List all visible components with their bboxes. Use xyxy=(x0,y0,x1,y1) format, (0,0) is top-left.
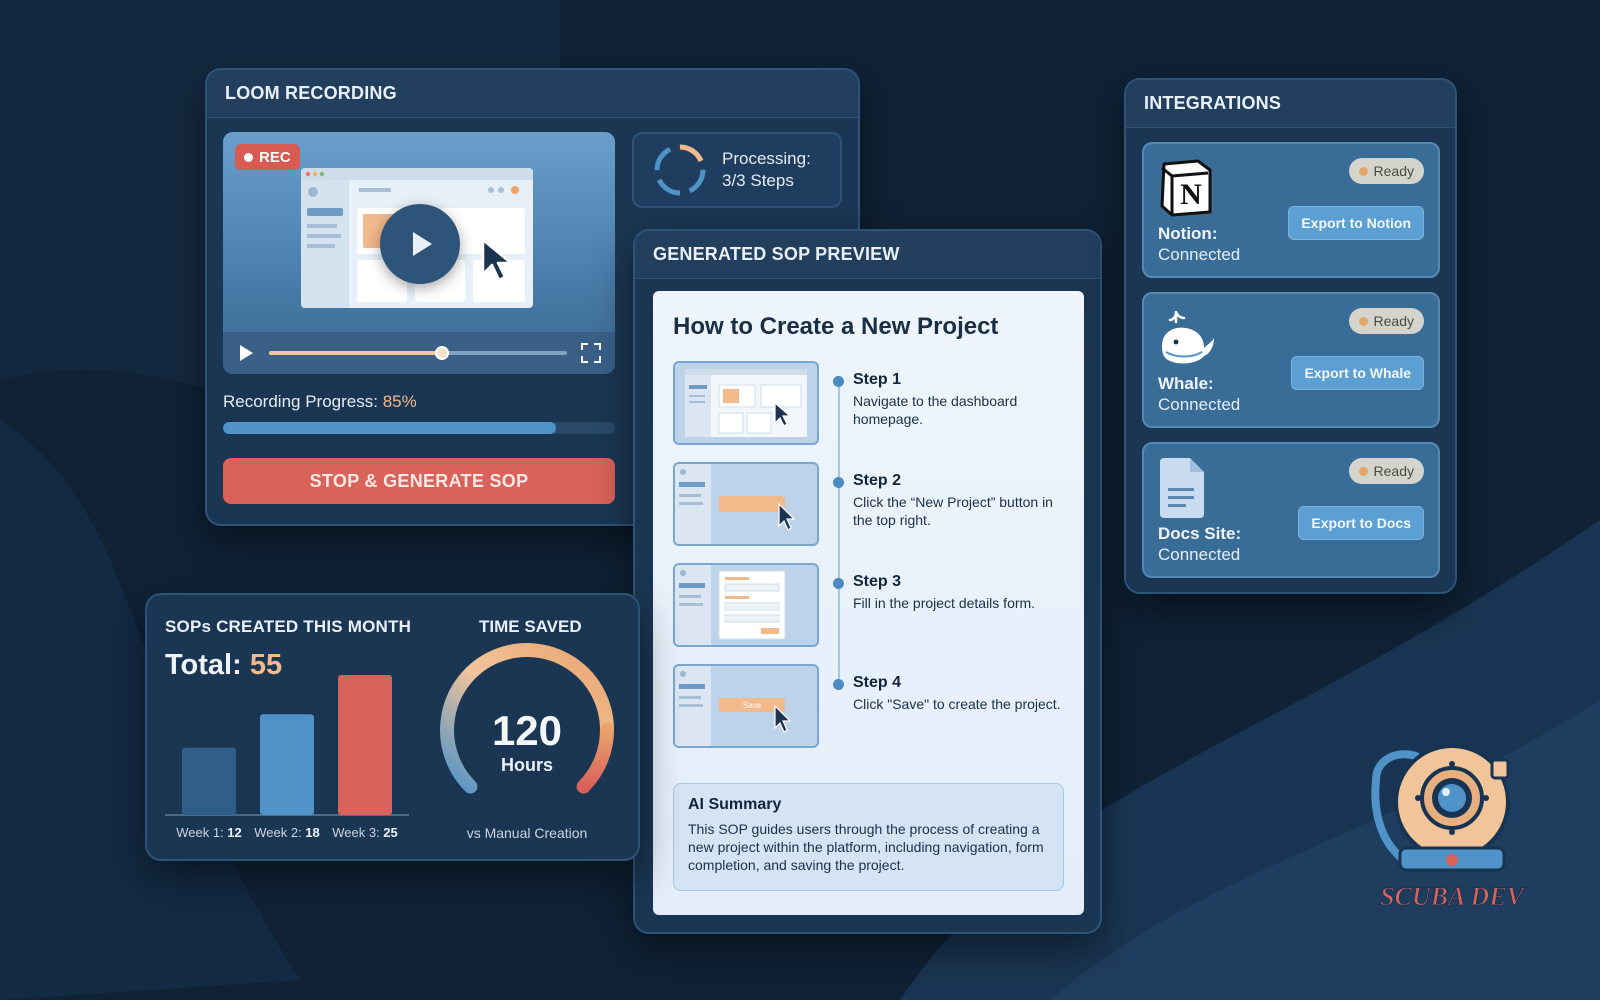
rec-badge-label: REC xyxy=(259,148,291,166)
step-marker xyxy=(833,679,844,690)
loom-panel-title: LOOM RECORDING xyxy=(207,70,858,118)
cursor-icon xyxy=(481,238,513,282)
export-to-whale-button[interactable]: Export to Whale xyxy=(1291,356,1424,390)
time-saved-unit: Hours xyxy=(500,755,553,775)
stop-generate-sop-button[interactable]: STOP & GENERATE SOP xyxy=(223,458,615,504)
bar-label-week-3: Week 3: 25 xyxy=(332,825,398,840)
whale-status: Connected xyxy=(1158,395,1241,414)
step-marker xyxy=(833,376,844,387)
bar-week-2 xyxy=(260,714,314,815)
step-marker xyxy=(833,477,844,488)
sops-total-label: Total: xyxy=(165,649,242,681)
bar-week-3 xyxy=(338,675,392,815)
sop-panel-title: GENERATED SOP PREVIEW xyxy=(635,231,1100,279)
notion-status: Connected xyxy=(1158,245,1241,264)
step-1-title: Step 1 xyxy=(853,371,902,388)
step-2-title: Step 2 xyxy=(853,472,902,489)
step-1-description: Navigate to the dashboard homepage. xyxy=(853,393,1018,427)
integrations-panel: INTEGRATIONS N Notion: Connected Ready E… xyxy=(1124,78,1457,594)
thumb-save-label: Save xyxy=(743,701,762,710)
play-icon xyxy=(413,232,432,256)
recording-progress-text: Recording Progress: xyxy=(223,392,378,411)
whale-icon xyxy=(1162,310,1214,364)
diving-helmet-icon xyxy=(1371,744,1510,872)
stats-panel: Week 1: 12 Week 2: 18 Week 3: 25 SOPs CREA… xyxy=(145,593,640,861)
ai-summary-box: AI Summary This SOP guides users through… xyxy=(673,783,1064,891)
record-dot-icon xyxy=(244,152,253,162)
sop-document: How to Create a New Project Step 1 Navig… xyxy=(653,291,1084,915)
processing-steps: 3/3 Steps xyxy=(722,171,794,190)
step-marker xyxy=(833,578,844,589)
time-saved-value: 120 xyxy=(491,707,563,754)
seek-bar-fill xyxy=(269,351,442,355)
sop-step: Save Step 4 Click "Save" to create the p… xyxy=(673,664,1068,748)
whale-ready-label: Ready xyxy=(1373,313,1414,329)
video-player[interactable]: REC xyxy=(223,132,615,374)
step-3-description: Fill in the project details form. xyxy=(853,595,1036,611)
svg-text:N: N xyxy=(1180,178,1202,211)
notion-ready-label: Ready xyxy=(1373,163,1414,179)
seek-bar-handle[interactable] xyxy=(434,346,449,360)
integration-card-whale: Whale: Connected Ready Export to Whale xyxy=(1142,292,1440,428)
sop-step: Step 3 Fill in the project details form. xyxy=(673,563,1068,647)
whale-ready-badge: Ready xyxy=(1348,308,1424,334)
docs-status: Connected xyxy=(1158,545,1241,564)
scuba-dev-logo: SCUBA DEV xyxy=(1371,744,1527,912)
time-saved-title: TIME SAVED xyxy=(479,617,582,636)
bar-label-week-2: Week 2: 18 xyxy=(254,825,320,840)
sops-created-title: SOPs CREATED THIS MONTH xyxy=(165,617,412,636)
document-icon xyxy=(1160,458,1204,518)
status-dot-icon xyxy=(1358,166,1368,176)
bar-week-1 xyxy=(182,747,236,815)
sops-total-value: 55 xyxy=(249,649,283,681)
bar-label-week-1: Week 1: 12 xyxy=(176,825,242,840)
play-icon[interactable] xyxy=(237,344,255,362)
processing-status-card: Processing: 3/3 Steps xyxy=(632,132,842,208)
whale-name: Whale: xyxy=(1158,374,1214,393)
seek-bar[interactable] xyxy=(269,346,567,360)
ai-summary-text: This SOP guides users through the proces… xyxy=(688,821,1044,873)
docs-ready-label: Ready xyxy=(1373,463,1414,479)
docs-name: Docs Site: xyxy=(1158,524,1242,543)
step-4-title: Step 4 xyxy=(853,674,902,691)
video-controls-bar xyxy=(223,332,615,374)
export-to-docs-button[interactable]: Export to Docs xyxy=(1298,506,1424,540)
processing-label: Processing: xyxy=(722,149,811,168)
time-saved-caption: vs Manual Creation xyxy=(466,825,588,841)
logo-text: SCUBA DEV xyxy=(1380,882,1526,911)
status-dot-icon xyxy=(1358,466,1368,476)
sop-step: Step 1 Navigate to the dashboard homepag… xyxy=(673,361,1068,445)
recording-progress-bar xyxy=(223,422,615,434)
recording-progress-label: Recording Progress: 85% xyxy=(223,392,417,412)
status-dot-icon xyxy=(1358,316,1368,326)
spinner-icon xyxy=(654,144,706,196)
recording-progress-fill xyxy=(223,422,557,434)
step-3-thumbnail xyxy=(673,563,819,647)
gauge-arc-end xyxy=(576,723,614,794)
step-4-thumbnail: Save xyxy=(673,664,819,748)
integration-card-docs: Docs Site: Connected Ready Export to Doc… xyxy=(1142,442,1440,578)
sop-preview-panel: GENERATED SOP PREVIEW How to Create a Ne… xyxy=(633,229,1102,934)
integrations-panel-title: INTEGRATIONS xyxy=(1126,80,1455,128)
sop-title: How to Create a New Project xyxy=(673,313,999,340)
rec-badge: REC xyxy=(235,144,300,170)
recording-progress-value: 85% xyxy=(382,392,417,411)
notion-name: Notion: xyxy=(1158,224,1218,243)
sop-step: Step 2 Click the “New Project” button in… xyxy=(673,462,1068,546)
step-2-thumbnail xyxy=(673,462,819,546)
notion-ready-badge: Ready xyxy=(1348,158,1424,184)
ai-summary-title: AI Summary xyxy=(688,796,782,813)
notion-icon: N xyxy=(1160,159,1212,217)
sops-total: Total: 55 xyxy=(165,649,282,682)
step-3-title: Step 3 xyxy=(853,573,902,590)
docs-ready-badge: Ready xyxy=(1348,458,1424,484)
step-4-description: Click "Save" to create the project. xyxy=(853,696,1061,712)
step-2-description: Click the “New Project” button in the to… xyxy=(853,494,1053,528)
step-1-thumbnail xyxy=(673,361,819,445)
fullscreen-icon[interactable] xyxy=(581,343,601,363)
export-to-notion-button[interactable]: Export to Notion xyxy=(1288,206,1424,240)
integration-card-notion: N Notion: Connected Ready Export to Noti… xyxy=(1142,142,1440,278)
play-overlay-button[interactable] xyxy=(380,204,460,284)
